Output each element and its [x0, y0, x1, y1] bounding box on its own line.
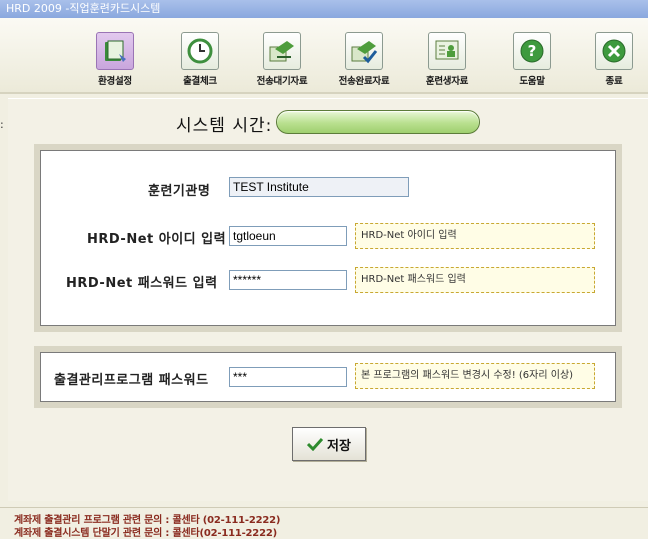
pending-transfer-icon: [263, 32, 301, 70]
program-password-hint: 본 프로그램의 패스워드 변경시 수정! (6자리 이상): [355, 363, 595, 389]
checkmark-icon: [307, 437, 324, 451]
save-button[interactable]: 저장: [292, 427, 366, 461]
toolbar-settings-label: 환경설정: [98, 76, 132, 87]
clock-icon: [181, 32, 219, 70]
main-toolbar: 환경설정 출결체크 전송대기자료 전송완료자료 훈련생자료 ? 도움말 종료: [0, 18, 648, 94]
toolbar-help-button[interactable]: ? 도움말: [500, 30, 564, 90]
toolbar-pending-data-button[interactable]: 전송대기자료: [250, 30, 314, 90]
toolbar-attendance-button[interactable]: 출결체크: [168, 30, 232, 90]
toolbar-exit-label: 종료: [605, 76, 623, 87]
window-title-bar: HRD 2009 -직업훈련카드시스템: [0, 0, 648, 18]
hrd-password-field[interactable]: ******: [229, 270, 347, 290]
institution-field[interactable]: TEST Institute: [229, 177, 409, 197]
toolbar-help-label: 도움말: [519, 76, 545, 87]
hrd-password-hint: HRD-Net 패스워드 입력: [355, 267, 595, 293]
exit-icon: [595, 32, 633, 70]
system-time-display: [276, 110, 480, 134]
settings-book-icon: [96, 32, 134, 70]
transfer-complete-icon: [345, 32, 383, 70]
toolbar-completed-data-label: 전송완료자료: [338, 76, 390, 87]
program-password-label: 출결관리프로그램 패스워드: [54, 373, 209, 388]
save-button-label: 저장: [327, 438, 351, 454]
toolbar-pending-data-label: 전송대기자료: [256, 76, 308, 87]
help-icon: ?: [513, 32, 551, 70]
hrd-id-label: HRD-Net 아이디 입력: [87, 232, 227, 247]
trainee-data-icon: [428, 32, 466, 70]
toolbar-trainee-data-button[interactable]: 훈련생자료: [415, 30, 479, 90]
toolbar-completed-data-button[interactable]: 전송완료자료: [332, 30, 396, 90]
hrd-password-label: HRD-Net 패스워드 입력: [66, 276, 218, 291]
left-edge-mark: :: [0, 118, 4, 131]
hrd-id-hint: HRD-Net 아이디 입력: [355, 223, 595, 249]
toolbar-exit-button[interactable]: 종료: [582, 30, 646, 90]
svg-text:?: ?: [528, 42, 537, 60]
system-time-label: 시스템 시간:: [176, 116, 273, 136]
support-footer: 계좌제 출결관리 프로그램 관련 문의 : 콜센타 (02-111-2222) …: [0, 507, 648, 539]
toolbar-attendance-label: 출결체크: [183, 76, 217, 87]
hrd-id-field[interactable]: tgtloeun: [229, 226, 347, 246]
institution-label: 훈련기관명: [148, 184, 211, 199]
toolbar-trainee-data-label: 훈련생자료: [425, 76, 469, 87]
window-title: HRD 2009 -직업훈련카드시스템: [6, 2, 161, 15]
program-password-field[interactable]: ***: [229, 367, 347, 387]
toolbar-settings-button[interactable]: 환경설정: [83, 30, 147, 90]
